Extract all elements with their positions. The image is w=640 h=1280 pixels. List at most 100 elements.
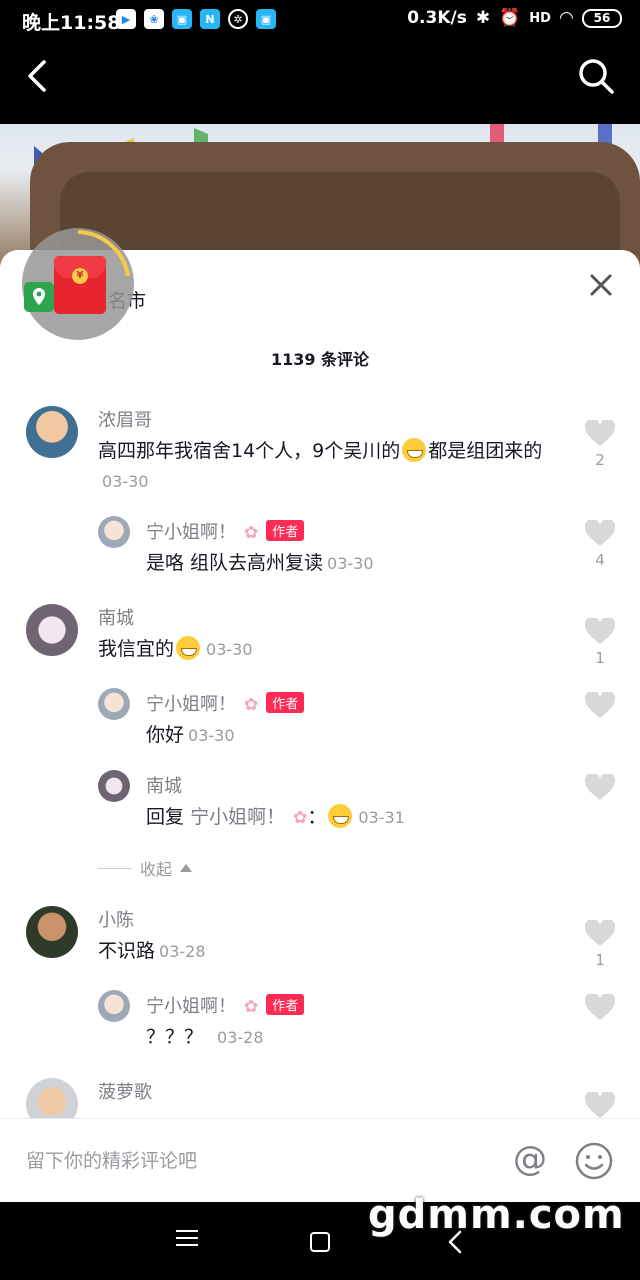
like-button[interactable]: 1 bbox=[584, 920, 616, 969]
recent-apps-icon[interactable] bbox=[176, 1230, 198, 1251]
comment-username[interactable]: 浓眉哥 bbox=[98, 406, 152, 432]
status-bar: 晚上11:58 ▶ ❀ ▣ N ✲ ▣ 0.3K/s ✱ ⏰ HD ◠ 56 bbox=[0, 0, 640, 40]
reply-item[interactable]: 宁小姐啊！ ✿ 作者 ？？？ 03-28 bbox=[0, 990, 640, 1054]
app-square-icon-2: ▣ bbox=[256, 9, 276, 29]
chevron-up-icon bbox=[180, 864, 193, 872]
reply-text: 回复 宁小姐啊！ ✿： 03-31 bbox=[146, 802, 405, 833]
grinning-emoji-icon bbox=[328, 804, 353, 828]
reply-header: 宁小姐啊！ ✿ 作者 bbox=[146, 518, 305, 544]
reply-prefix: 回复 bbox=[146, 806, 185, 828]
grinning-emoji-icon bbox=[176, 636, 201, 660]
reply-username[interactable]: 宁小姐啊！ bbox=[146, 522, 236, 543]
collapse-label: 收起 bbox=[140, 860, 173, 879]
location-pin-icon bbox=[24, 282, 54, 312]
like-count: 4 bbox=[595, 551, 605, 569]
app-square-icon: ▣ bbox=[172, 9, 192, 29]
heart-icon bbox=[585, 618, 615, 644]
back-arrow-icon[interactable] bbox=[20, 56, 60, 96]
comment-username[interactable]: 菠萝歌 bbox=[98, 1078, 152, 1104]
avatar[interactable] bbox=[26, 406, 78, 458]
reply-date: 03-30 bbox=[188, 726, 235, 745]
author-badge: 作者 bbox=[266, 994, 305, 1015]
comment-item[interactable]: 南城 我信宜的 03-30 1 bbox=[0, 604, 640, 674]
heart-icon bbox=[585, 420, 615, 446]
reply-item[interactable]: 南城 回复 宁小姐啊！ ✿： 03-31 bbox=[0, 770, 640, 834]
comment-body: 不识路 bbox=[98, 940, 156, 962]
reply-item[interactable]: 宁小姐啊！ ✿ 作者 是咯 组队去高州复读 03-30 4 bbox=[0, 516, 640, 580]
avatar[interactable] bbox=[98, 990, 130, 1022]
avatar[interactable] bbox=[98, 688, 130, 720]
reply-header: 宁小姐啊！ ✿ 作者 bbox=[146, 992, 305, 1018]
network-speed: 0.3K/s bbox=[407, 8, 467, 28]
status-app-icons: ▶ ❀ ▣ N ✲ ▣ bbox=[116, 9, 276, 29]
divider-line bbox=[98, 867, 132, 869]
comment-input[interactable] bbox=[26, 1141, 466, 1181]
avatar[interactable] bbox=[26, 906, 78, 958]
n-app-icon: N bbox=[200, 9, 220, 29]
sakura-icon: ✿ bbox=[244, 523, 259, 543]
author-badge: 作者 bbox=[266, 520, 305, 541]
collapse-replies-button[interactable]: 收起 bbox=[98, 856, 193, 880]
reply-username[interactable]: 宁小姐啊！ bbox=[146, 996, 236, 1017]
alarm-icon: ⏰ bbox=[499, 8, 521, 28]
top-header bbox=[0, 40, 640, 124]
comment-username[interactable]: 南城 bbox=[98, 604, 134, 630]
reply-date: 03-28 bbox=[217, 1028, 264, 1047]
like-button[interactable] bbox=[584, 692, 616, 719]
red-envelope-icon: ¥ bbox=[54, 256, 106, 314]
author-badge: 作者 bbox=[266, 692, 305, 713]
sakura-icon: ✿ bbox=[293, 808, 308, 828]
like-button[interactable] bbox=[584, 1092, 616, 1119]
sakura-icon: ✿ bbox=[244, 997, 259, 1017]
comment-text: 高四那年我宿舍14个人，9个吴川的 都是组团来的 03-30 bbox=[98, 436, 568, 497]
paw-app-icon: ❀ bbox=[144, 9, 164, 29]
battery-icon: 56 bbox=[582, 8, 622, 28]
reply-body: ？？？ bbox=[146, 1026, 204, 1048]
emoji-picker-icon[interactable] bbox=[574, 1141, 614, 1181]
comment-body: 高四那年我宿舍14个人，9个吴川的 bbox=[98, 440, 401, 462]
reply-username[interactable]: 宁小姐啊！ bbox=[146, 694, 236, 715]
like-button[interactable]: 1 bbox=[584, 618, 616, 667]
reply-username[interactable]: 南城 bbox=[146, 776, 182, 797]
reply-date: 03-30 bbox=[327, 554, 374, 573]
play-store-icon: ▶ bbox=[116, 9, 136, 29]
reply-item[interactable]: 宁小姐啊！ ✿ 作者 你好 03-30 bbox=[0, 688, 640, 752]
comment-count: 1139 条评论 bbox=[270, 350, 370, 369]
heart-icon bbox=[585, 1092, 615, 1118]
like-button[interactable]: 2 bbox=[584, 420, 616, 469]
status-right: 0.3K/s ✱ ⏰ HD ◠ 56 bbox=[407, 8, 622, 28]
like-count: 1 bbox=[595, 951, 605, 969]
comment-date: 03-30 bbox=[206, 640, 253, 659]
comment-body-continued: 都是组团来的 bbox=[428, 440, 543, 462]
avatar[interactable] bbox=[98, 770, 130, 802]
home-icon[interactable] bbox=[310, 1232, 330, 1252]
avatar[interactable] bbox=[26, 604, 78, 656]
reply-text: ？？？ 03-28 bbox=[146, 1022, 264, 1053]
search-icon[interactable] bbox=[576, 56, 616, 96]
reply-date: 03-31 bbox=[358, 808, 405, 827]
reply-body: ： bbox=[307, 806, 327, 828]
avatar[interactable] bbox=[98, 516, 130, 548]
comment-username[interactable]: 小陈 bbox=[98, 906, 134, 932]
reply-body: 你好 bbox=[146, 724, 185, 746]
close-icon[interactable] bbox=[586, 270, 616, 300]
heart-icon bbox=[585, 692, 615, 718]
laughing-emoji-icon bbox=[402, 438, 427, 462]
like-button[interactable] bbox=[584, 994, 616, 1021]
like-button[interactable] bbox=[584, 774, 616, 801]
wifi-icon: ◠ bbox=[559, 8, 573, 28]
comment-item[interactable]: 浓眉哥 高四那年我宿舍14个人，9个吴川的 都是组团来的 03-30 2 bbox=[0, 406, 640, 506]
comment-item[interactable]: 小陈 不识路 03-28 1 bbox=[0, 906, 640, 976]
like-count: 2 bbox=[595, 451, 605, 469]
status-time: 晚上11:58 bbox=[22, 12, 121, 34]
reply-target[interactable]: 宁小姐啊！ bbox=[190, 806, 285, 828]
comment-panel: 名市 1139 条评论 浓眉哥 高四那年我宿舍14个人，9个吴川的都是组团来的0… bbox=[0, 250, 640, 1202]
mention-button[interactable]: @ bbox=[508, 1139, 552, 1183]
sakura-icon: ✿ bbox=[244, 695, 259, 715]
watermark: gdmm.com bbox=[368, 1192, 625, 1238]
comment-date: 03-30 bbox=[102, 472, 149, 491]
heart-icon bbox=[585, 994, 615, 1020]
like-button[interactable]: 4 bbox=[584, 520, 616, 569]
comment-input-bar: @ bbox=[0, 1118, 640, 1202]
comment-body: 我信宜的 bbox=[98, 638, 175, 660]
